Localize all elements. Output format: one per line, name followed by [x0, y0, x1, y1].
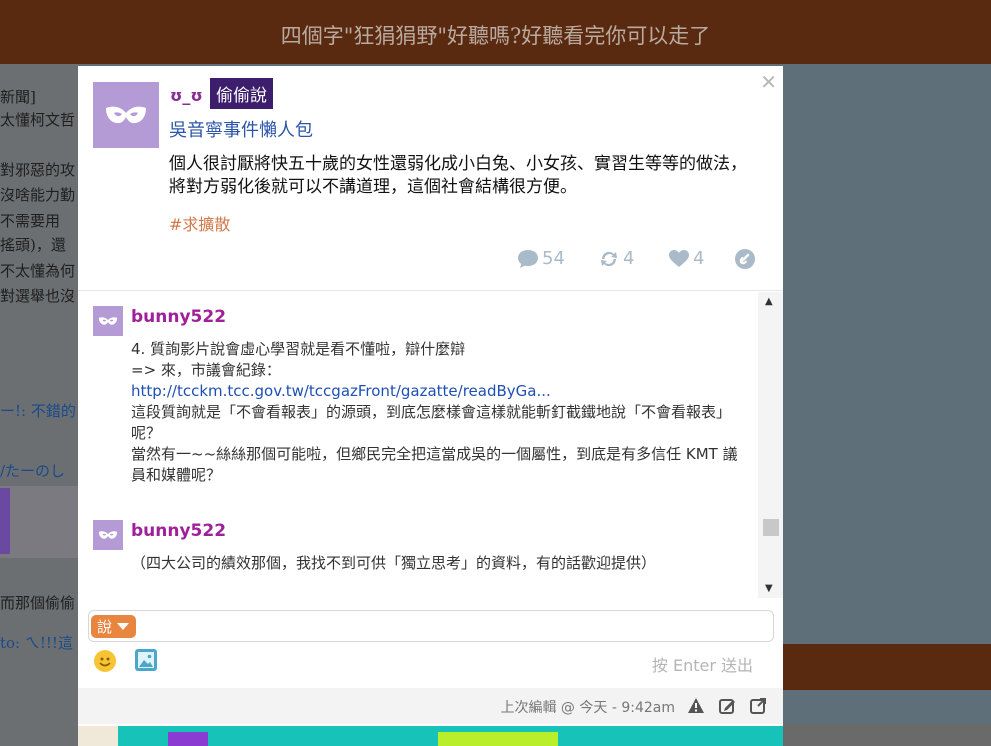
reposts-stat[interactable]: 4: [598, 248, 634, 269]
post-hashtag[interactable]: #求擴散: [169, 211, 230, 235]
background-text: 不需要用: [0, 212, 61, 230]
background-content-right: [783, 64, 991, 746]
repost-icon: [601, 251, 617, 266]
commenter-avatar[interactable]: [93, 520, 123, 550]
emoji-icon[interactable]: [94, 650, 116, 672]
background-text: 沒啥能力勤: [0, 186, 76, 204]
edit-icon[interactable]: [718, 697, 736, 715]
background-bottom: [783, 724, 991, 746]
background-content-left: 新聞] 太懂柯文哲對邪惡的攻沒啥能力勤不需要用搖頭)，還不太懂為何對選舉也沒ー!:…: [0, 64, 78, 746]
likes-stat[interactable]: 4: [668, 248, 704, 269]
divider: [78, 290, 783, 291]
share-link-button[interactable]: [734, 248, 756, 270]
page-header: 四個字"狂狷狷野"好聽嗎?好聽看完你可以走了: [0, 0, 991, 64]
comment-body: 4. 質詢影片說會虛心學習就是看不懂啦，辯什麼辯 => 來，市議會紀錄： htt…: [131, 339, 741, 486]
comment-body: （四大公司的績效那個，我找不到可供「獨立思考」的資料，有的話歡迎提供）: [131, 553, 741, 574]
comments-scrollbar[interactable]: ▲ ▼: [758, 292, 783, 598]
background-text: 對邪惡的攻: [0, 161, 76, 179]
background-text: ー!: 不錯的: [0, 402, 76, 420]
comments-count: 54: [542, 248, 565, 269]
mask-icon: [98, 317, 118, 325]
mask-icon: [98, 531, 118, 539]
background-text: /たーのし: [0, 462, 66, 480]
background-text: 搖頭)，還: [0, 236, 66, 254]
post-modal: ✕ ʊ_ʊ 偷偷說 吳音寧事件懶人包 個人很討厭將快五十歲的女性還弱化成小白兔、…: [78, 66, 783, 746]
comment-text: => 來，市議會紀錄：: [131, 361, 281, 379]
send-hint: 按 Enter 送出: [651, 656, 753, 675]
background-text: 新聞]: [0, 88, 36, 106]
report-icon[interactable]: [687, 697, 705, 715]
comment-link[interactable]: http://tcckm.tcc.gov.tw/tccgazFront/gaza…: [131, 381, 741, 402]
page-title: 四個字"狂狷狷野"好聽嗎?好聽看完你可以走了: [280, 24, 711, 48]
likes-count: 4: [693, 248, 705, 269]
avatar[interactable]: [93, 82, 159, 148]
comment-text: 這段質詢就是「不會看報表」的源頭，到底怎麼樣會這樣就能斬釘截鐵地說「不會看報表」…: [131, 403, 732, 442]
close-icon[interactable]: ✕: [760, 70, 777, 94]
commenter-name[interactable]: bunny522: [131, 521, 226, 541]
background-text: 而那個偷偷: [0, 594, 76, 612]
last-edited: 上次編輯 @ 今天 - 9:42am: [500, 700, 675, 716]
comment-icon: [518, 249, 538, 268]
say-mode-dropdown[interactable]: 說: [91, 615, 137, 638]
say-mode-label: 說: [97, 618, 113, 636]
background-text: 對選舉也沒: [0, 287, 76, 305]
post-footer: 上次編輯 @ 今天 - 9:42am: [78, 688, 783, 724]
commenter-name[interactable]: bunny522: [131, 307, 226, 327]
image-upload-icon[interactable]: [135, 649, 157, 671]
post-author[interactable]: ʊ_ʊ: [170, 86, 203, 105]
reposts-count: 4: [623, 248, 635, 269]
comments-list[interactable]: bunny522 4. 質詢影片說會虛心學習就是看不懂啦，辯什麼辯 => 來，市…: [78, 292, 758, 598]
post-topic-link[interactable]: 吳音寧事件懶人包: [169, 116, 313, 142]
post-stats: 54 4 4: [78, 248, 783, 274]
scrollbar-thumb[interactable]: [763, 519, 779, 536]
composer-toolbar: 按 Enter 送出: [78, 644, 783, 684]
scroll-down-icon[interactable]: ▼: [765, 583, 773, 594]
mask-icon: [106, 106, 146, 124]
background-text: to: ㄟ!!!這: [0, 634, 73, 652]
link-icon: [735, 249, 755, 269]
ad-banner[interactable]: [78, 726, 783, 746]
post-tag[interactable]: 偷偷說: [210, 78, 273, 109]
scroll-up-icon[interactable]: ▲: [765, 296, 773, 307]
comment-text: （四大公司的績效那個，我找不到可供「獨立思考」的資料，有的話歡迎提供）: [131, 554, 657, 572]
comment-text: 4. 質詢影片說會虛心學習就是看不懂啦，辯什麼辯: [131, 340, 466, 358]
background-text: 太懂柯文哲: [0, 111, 76, 129]
post-content: 個人很討厭將快五十歲的女性還弱化成小白兔、小女孩、實習生等等的做法，將對方弱化後…: [169, 154, 747, 197]
chevron-down-icon: [117, 623, 130, 630]
background-band: [783, 644, 991, 690]
comments-stat[interactable]: 54: [517, 248, 565, 269]
comment-text: 當然有一~~絲絲那個可能啦，但鄉民完全把這當成吳的一個屬性，到底是有多信任 KM…: [131, 445, 738, 484]
background-mini-card: [0, 486, 78, 558]
heart-icon: [669, 249, 689, 267]
commenter-avatar[interactable]: [93, 306, 123, 336]
comment-input[interactable]: 說: [88, 610, 774, 642]
background-text: 不太懂為何: [0, 262, 76, 280]
open-external-icon[interactable]: [749, 697, 767, 715]
